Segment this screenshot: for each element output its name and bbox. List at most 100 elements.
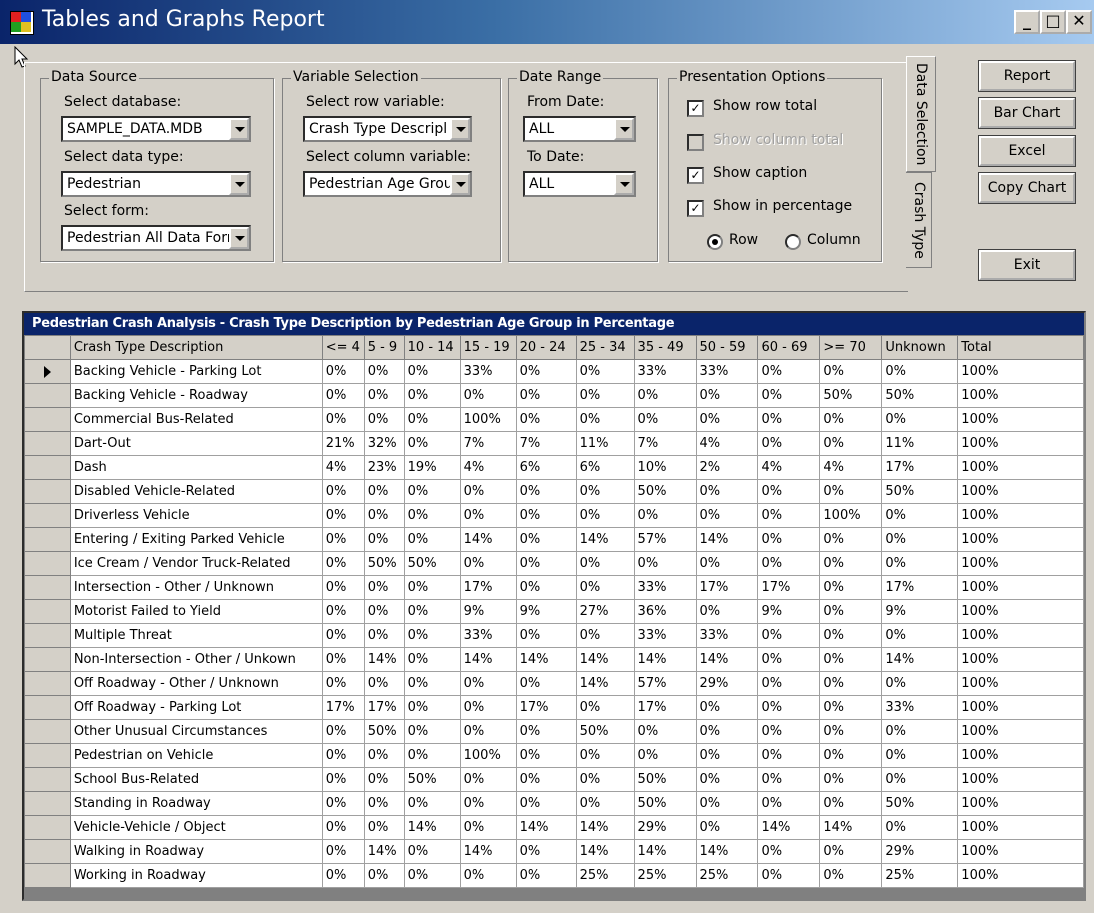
percentage-cell[interactable]: 0%	[757, 431, 821, 456]
column-header[interactable]: >= 70	[819, 335, 883, 360]
percentage-cell[interactable]: 0%	[321, 527, 365, 552]
row-selector[interactable]	[24, 599, 71, 624]
percentage-cell[interactable]: 100%	[819, 503, 883, 528]
percentage-cell[interactable]: 0%	[403, 383, 461, 408]
percentage-cell[interactable]: 0%	[819, 767, 883, 792]
percentage-cell[interactable]: 14%	[575, 839, 635, 864]
percentage-cell[interactable]: 0%	[321, 575, 365, 600]
percentage-cell[interactable]: 0%	[321, 383, 365, 408]
percentage-cell[interactable]: 14%	[515, 647, 577, 672]
percentage-cell[interactable]: 0%	[881, 551, 959, 576]
percentage-cell[interactable]: 0%	[695, 599, 759, 624]
percentage-cell[interactable]: 50%	[633, 479, 697, 504]
percentage-cell[interactable]: 0%	[403, 695, 461, 720]
percentage-cell[interactable]: 0%	[321, 599, 365, 624]
percentage-cell[interactable]: 14%	[633, 839, 697, 864]
percentage-cell[interactable]: 50%	[633, 767, 697, 792]
percentage-cell[interactable]: 14%	[459, 647, 517, 672]
percentage-cell[interactable]: 25%	[575, 863, 635, 888]
percentage-cell[interactable]: 17%	[881, 455, 959, 480]
percentage-cell[interactable]: 0%	[515, 527, 577, 552]
percentage-cell[interactable]: 100%	[459, 743, 517, 768]
percentage-cell[interactable]: 14%	[459, 839, 517, 864]
percentage-cell[interactable]: 0%	[459, 551, 517, 576]
percentage-cell[interactable]: 0%	[363, 359, 405, 384]
percentage-cell[interactable]: 19%	[403, 455, 461, 480]
percentage-cell[interactable]: 23%	[363, 455, 405, 480]
percentage-cell[interactable]: 6%	[515, 455, 577, 480]
row-selector[interactable]	[24, 527, 71, 552]
table-row[interactable]: Non-Intersection - Other / Unkown 0% 14% 0%…	[24, 647, 1084, 672]
row-selector[interactable]	[24, 743, 71, 768]
percentage-cell[interactable]: 0%	[575, 743, 635, 768]
percentage-cell[interactable]: 0%	[321, 551, 365, 576]
percentage-cell[interactable]: 25%	[881, 863, 959, 888]
percentage-cell[interactable]: 0%	[757, 479, 821, 504]
row-selector[interactable]	[24, 719, 71, 744]
percentage-cell[interactable]: 0%	[819, 839, 883, 864]
percentage-cell[interactable]: 0%	[575, 383, 635, 408]
percentage-cell[interactable]: 50%	[403, 551, 461, 576]
percentage-cell[interactable]: 0%	[363, 863, 405, 888]
percentage-cell[interactable]: 14%	[575, 671, 635, 696]
percentage-cell[interactable]: 0%	[321, 863, 365, 888]
percentage-cell[interactable]: 100%	[957, 383, 1084, 408]
percentage-cell[interactable]: 0%	[515, 383, 577, 408]
column-header[interactable]: 15 - 19	[459, 335, 517, 360]
percentage-cell[interactable]: 0%	[363, 767, 405, 792]
percentage-cell[interactable]: 0%	[633, 743, 697, 768]
percentage-cell[interactable]: 0%	[403, 407, 461, 432]
crash-type-cell[interactable]: Dash	[69, 455, 323, 480]
crash-type-cell[interactable]: Backing Vehicle - Roadway	[69, 383, 323, 408]
percentage-cell[interactable]: 0%	[819, 719, 883, 744]
percentage-cell[interactable]: 0%	[363, 671, 405, 696]
percentage-cell[interactable]: 0%	[881, 359, 959, 384]
row-selector[interactable]	[24, 383, 71, 408]
crash-type-cell[interactable]: Multiple Threat	[69, 623, 323, 648]
percentage-cell[interactable]: 14%	[403, 815, 461, 840]
percentage-cell[interactable]: 33%	[459, 623, 517, 648]
percentage-cell[interactable]: 0%	[515, 407, 577, 432]
percentage-cell[interactable]: 100%	[957, 671, 1084, 696]
table-row[interactable]: Disabled Vehicle-Related 0% 0% 0% 0% 0% 0% 50% 0…	[24, 479, 1084, 504]
crash-type-cell[interactable]: Walking in Roadway	[69, 839, 323, 864]
table-row[interactable]: Walking in Roadway 0% 14% 0% 14% 0% 14% 14% 14% 0…	[24, 839, 1084, 864]
percentage-cell[interactable]: 0%	[757, 623, 821, 648]
table-row[interactable]: Standing in Roadway 0% 0% 0% 0% 0% 0% 50% 0% 0% 0%…	[24, 791, 1084, 816]
percentage-cell[interactable]: 0%	[363, 791, 405, 816]
percentage-cell[interactable]: 100%	[957, 407, 1084, 432]
percentage-cell[interactable]: 100%	[957, 479, 1084, 504]
copy-chart-button[interactable]: Copy Chart	[978, 172, 1076, 204]
percentage-cell[interactable]: 0%	[881, 623, 959, 648]
percentage-cell[interactable]: 0%	[695, 551, 759, 576]
percentage-cell[interactable]: 32%	[363, 431, 405, 456]
percentage-cell[interactable]: 0%	[575, 791, 635, 816]
percentage-cell[interactable]: 0%	[321, 767, 365, 792]
percentage-cell[interactable]: 100%	[957, 839, 1084, 864]
percentage-cell[interactable]: 0%	[757, 839, 821, 864]
table-row[interactable]: Backing Vehicle - Roadway 0% 0% 0% 0% 0% 0% 0% 0…	[24, 383, 1084, 408]
percentage-cell[interactable]: 0%	[881, 407, 959, 432]
table-row[interactable]: Dart-Out 21% 32% 0% 7% 7% 11% 7% 4% 0% 0% 11% 100%	[24, 431, 1084, 456]
percentage-cell[interactable]: 0%	[757, 791, 821, 816]
percentage-cell[interactable]: 0%	[757, 719, 821, 744]
percentage-cell[interactable]: 100%	[957, 431, 1084, 456]
row-selector[interactable]	[24, 863, 71, 888]
percentage-cell[interactable]: 27%	[575, 599, 635, 624]
percentage-cell[interactable]: 17%	[633, 695, 697, 720]
percentage-cell[interactable]: 0%	[575, 551, 635, 576]
percentage-cell[interactable]: 0%	[881, 671, 959, 696]
percentage-cell[interactable]: 6%	[575, 455, 635, 480]
percentage-cell[interactable]: 0%	[757, 503, 821, 528]
tab-crash-type[interactable]: Crash Type	[906, 172, 932, 268]
percentage-cell[interactable]: 0%	[575, 623, 635, 648]
percentage-cell[interactable]: 100%	[957, 719, 1084, 744]
percentage-cell[interactable]: 0%	[881, 527, 959, 552]
percentage-cell[interactable]: 0%	[321, 719, 365, 744]
percentage-cell[interactable]: 100%	[957, 623, 1084, 648]
percentage-cell[interactable]: 9%	[515, 599, 577, 624]
percentage-cell[interactable]: 0%	[403, 623, 461, 648]
percentage-cell[interactable]: 0%	[515, 503, 577, 528]
row-selector[interactable]	[24, 503, 71, 528]
minimize-button[interactable]: _	[1014, 10, 1040, 34]
